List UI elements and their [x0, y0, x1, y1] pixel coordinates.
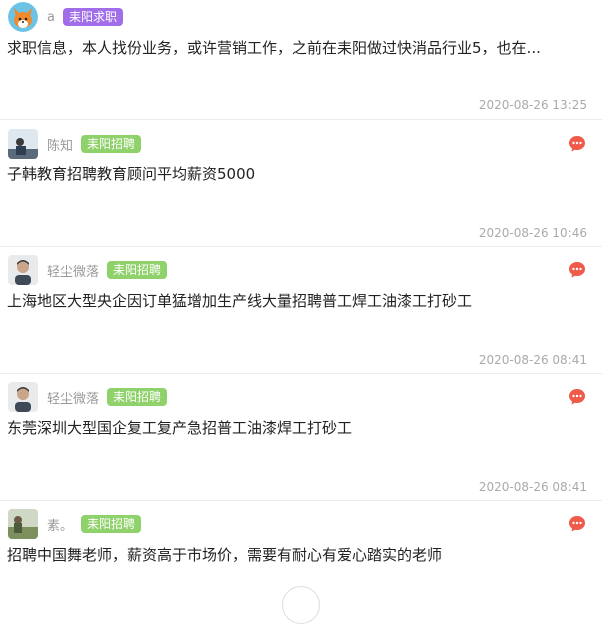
author-name[interactable]: a [47, 10, 55, 25]
author-name[interactable]: 轻尘微落 [47, 388, 99, 407]
landscape-avatar-icon[interactable] [8, 509, 38, 539]
post-item[interactable]: 轻尘微落 耒阳招聘 东莞深圳大型国企复工复产急招普工油漆焊工打砂工 2020-0… [0, 374, 602, 501]
message-icon[interactable] [568, 261, 586, 279]
person-avatar-icon[interactable] [8, 382, 38, 412]
author-name[interactable]: 素。 [47, 515, 73, 534]
post-item[interactable]: 轻尘微落 耒阳招聘 上海地区大型央企因订单猛增加生产线大量招聘普工焊工油漆工打砂… [0, 247, 602, 374]
category-badge[interactable]: 耒阳招聘 [107, 388, 168, 406]
post-content[interactable]: 东莞深圳大型国企复工复产急招普工油漆焊工打砂工 [7, 417, 352, 438]
category-badge[interactable]: 耒阳求职 [62, 8, 123, 26]
post-header: a 耒阳求职 [8, 1, 123, 33]
post-item[interactable]: 陈知 耒阳招聘 子韩教育招聘教育顾问平均薪资5000 2020-08-26 10… [0, 120, 602, 247]
category-badge[interactable]: 耒阳招聘 [81, 135, 142, 153]
post-content[interactable]: 子韩教育招聘教育顾问平均薪资5000 [7, 163, 255, 184]
message-icon[interactable] [568, 135, 586, 153]
category-badge[interactable]: 耒阳招聘 [107, 261, 168, 279]
fox-avatar-icon[interactable] [8, 2, 38, 32]
post-item[interactable]: 素。 耒阳招聘 招聘中国舞老师，薪资高于市场价，需要有耐心有爱心踏实的老师 [0, 501, 602, 597]
post-time: 2020-08-26 08:41 [478, 353, 587, 367]
post-header: 素。 耒阳招聘 [8, 508, 142, 540]
category-badge[interactable]: 耒阳招聘 [81, 515, 142, 533]
person-avatar-icon[interactable] [8, 129, 38, 159]
post-content[interactable]: 招聘中国舞老师，薪资高于市场价，需要有耐心有爱心踏实的老师 [7, 544, 442, 565]
post-header: 轻尘微落 耒阳招聘 [8, 254, 168, 286]
post-time: 2020-08-26 13:25 [478, 98, 587, 112]
post-time: 2020-08-26 08:41 [478, 480, 587, 494]
post-header: 陈知 耒阳招聘 [8, 128, 142, 160]
load-more-button[interactable] [282, 586, 320, 624]
message-icon[interactable] [568, 515, 586, 533]
person-avatar-icon[interactable] [8, 255, 38, 285]
post-content[interactable]: 求职信息，本人找份业务，或许营销工作，之前在耒阳做过快消品行业5，也在... [7, 37, 541, 58]
post-item[interactable]: a 耒阳求职 求职信息，本人找份业务，或许营销工作，之前在耒阳做过快消品行业5，… [0, 0, 602, 120]
post-content[interactable]: 上海地区大型央企因订单猛增加生产线大量招聘普工焊工油漆工打砂工 [7, 290, 472, 311]
author-name[interactable]: 轻尘微落 [47, 261, 99, 280]
post-time: 2020-08-26 10:46 [478, 226, 587, 240]
message-icon[interactable] [568, 388, 586, 406]
author-name[interactable]: 陈知 [47, 135, 73, 154]
post-header: 轻尘微落 耒阳招聘 [8, 381, 168, 413]
